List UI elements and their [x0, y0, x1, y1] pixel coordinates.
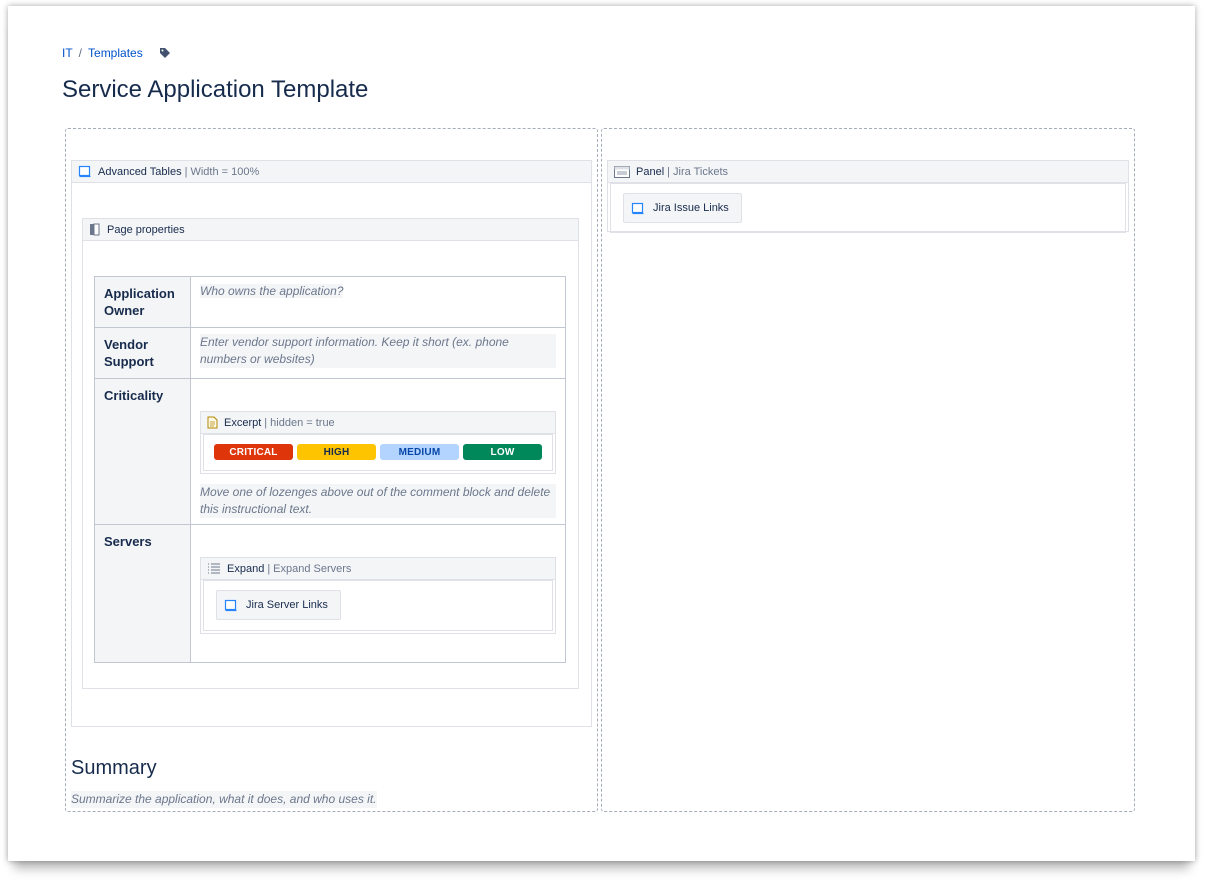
row-value[interactable]: Expand | Expand Servers Jira Server Link… — [190, 524, 566, 663]
row-value[interactable]: Who owns the application? — [190, 276, 566, 328]
macro-name: Page properties — [107, 223, 185, 236]
lozenge-low[interactable]: LOW — [463, 444, 542, 460]
page-title: Service Application Template — [62, 76, 369, 103]
advanced-tables-header: Advanced Tables | Width = 100% — [72, 161, 591, 183]
row-value[interactable]: Enter vendor support information. Keep i… — [190, 327, 566, 379]
button-label: Jira Server Links — [246, 599, 328, 611]
macro-name: Excerpt — [224, 416, 262, 429]
layout-column-left[interactable]: Advanced Tables | Width = 100% Page prop… — [65, 128, 598, 812]
row-label: Application Owner — [94, 276, 191, 328]
book-icon — [224, 599, 238, 612]
breadcrumb: IT / Templates — [62, 46, 171, 60]
macro-name: Panel — [636, 165, 665, 178]
panel-header: Panel | Jira Tickets — [608, 161, 1128, 183]
macro-params: Jira Tickets — [673, 165, 729, 178]
table-row: Criticality Excerpt | hidden = true CRIT… — [94, 378, 566, 525]
jira-issue-links-button[interactable]: Jira Issue Links — [623, 193, 742, 223]
jira-server-links-button[interactable]: Jira Server Links — [216, 590, 341, 620]
page-canvas: IT / Templates Service Application Templ… — [8, 6, 1195, 861]
macro-params: Expand Servers — [273, 562, 352, 575]
expand-header: Expand | Expand Servers — [201, 558, 555, 580]
criticality-instruction[interactable]: Move one of lozenges above out of the co… — [200, 484, 556, 518]
macro-params: Width = 100% — [190, 165, 260, 178]
row-value[interactable]: Excerpt | hidden = true CRITICAL HIGH ME… — [190, 378, 566, 525]
expand-macro[interactable]: Expand | Expand Servers Jira Server Link… — [200, 557, 556, 634]
panel-icon — [614, 165, 630, 178]
panel-macro[interactable]: Panel | Jira Tickets Jira Issue Links — [607, 160, 1129, 233]
vendor-placeholder[interactable]: Enter vendor support information. Keep i… — [200, 334, 556, 368]
row-label: Servers — [94, 524, 191, 663]
table-row: Application Owner Who owns the applicati… — [94, 276, 566, 328]
row-label: Vendor Support — [94, 327, 191, 379]
properties-table: Application Owner Who owns the applicati… — [94, 276, 566, 663]
expand-body: Jira Server Links — [203, 580, 553, 631]
summary-heading: Summary — [71, 757, 157, 779]
list-icon — [207, 562, 221, 575]
advanced-tables-macro[interactable]: Advanced Tables | Width = 100% Page prop… — [71, 160, 592, 727]
summary-placeholder[interactable]: Summarize the application, what it does,… — [71, 791, 377, 808]
macro-separator: | — [184, 165, 188, 178]
page-properties-icon — [89, 223, 101, 236]
lozenge-group: CRITICAL HIGH MEDIUM LOW — [203, 434, 553, 471]
page-properties-header: Page properties — [83, 219, 578, 241]
row-label: Criticality — [94, 378, 191, 525]
macro-separator: | — [267, 562, 271, 575]
macro-name: Expand — [227, 562, 265, 575]
macro-separator: | — [667, 165, 670, 178]
breadcrumb-separator: / — [78, 46, 83, 60]
excerpt-macro[interactable]: Excerpt | hidden = true CRITICAL HIGH ME… — [200, 411, 556, 474]
page-properties-macro[interactable]: Page properties Application Owner Who ow… — [82, 218, 579, 689]
excerpt-header: Excerpt | hidden = true — [201, 412, 555, 434]
lozenge-high[interactable]: HIGH — [297, 444, 376, 460]
layout-column-right[interactable]: Panel | Jira Tickets Jira Issue Links — [601, 128, 1135, 812]
tag-icon[interactable] — [159, 47, 171, 59]
button-label: Jira Issue Links — [653, 202, 729, 214]
table-row: Servers Expand | Expand Servers Jira Ser… — [94, 524, 566, 663]
book-icon — [631, 202, 645, 215]
excerpt-icon — [207, 416, 218, 429]
macro-separator: | — [264, 416, 268, 429]
lozenge-critical[interactable]: CRITICAL — [214, 444, 293, 460]
macro-params: hidden = true — [270, 416, 335, 429]
book-icon — [78, 165, 92, 178]
table-row: Vendor Support Enter vendor support info… — [94, 327, 566, 379]
breadcrumb-it[interactable]: IT — [62, 46, 73, 60]
lozenge-medium[interactable]: MEDIUM — [380, 444, 459, 460]
owner-placeholder[interactable]: Who owns the application? — [200, 284, 344, 298]
breadcrumb-templates[interactable]: Templates — [88, 46, 143, 60]
panel-body: Jira Issue Links — [610, 183, 1126, 233]
macro-name: Advanced Tables — [98, 165, 182, 178]
